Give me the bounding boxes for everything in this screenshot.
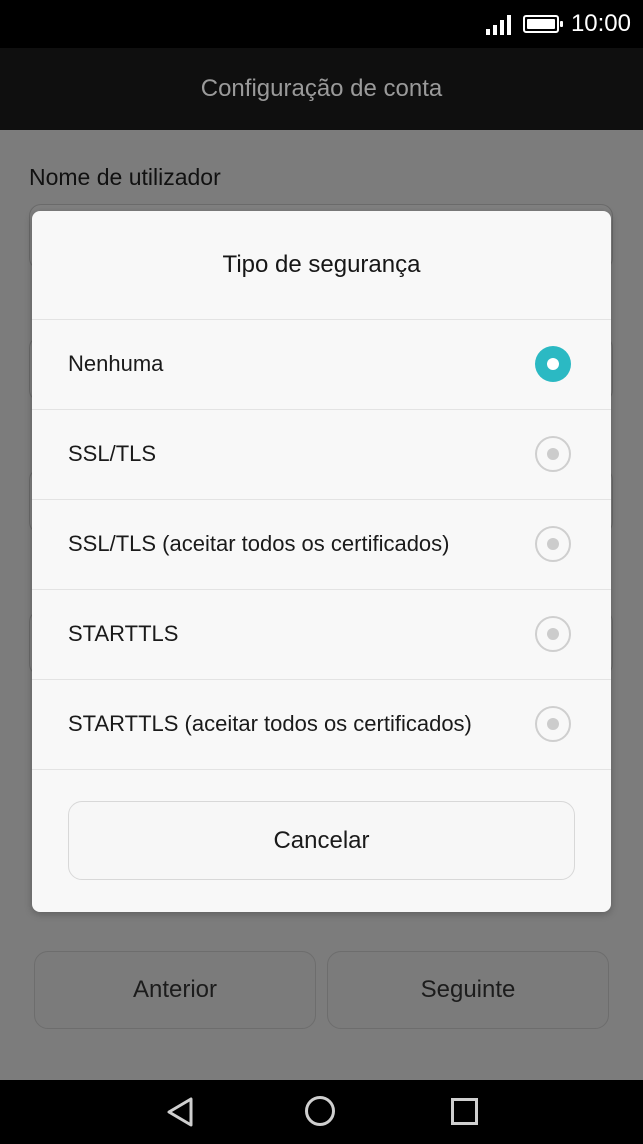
radio-selected-icon[interactable] bbox=[535, 346, 571, 382]
next-button[interactable]: Seguinte bbox=[327, 951, 609, 1029]
status-bar: 10:00 bbox=[0, 0, 643, 48]
battery-icon bbox=[522, 15, 563, 33]
cancel-button[interactable]: Cancelar bbox=[68, 801, 575, 880]
option-ssl-tls[interactable]: SSL/TLS bbox=[32, 409, 611, 499]
status-time: 10:00 bbox=[570, 10, 631, 37]
option-label: STARTTLS (aceitar todos os certificados) bbox=[68, 711, 472, 736]
divider bbox=[32, 769, 611, 770]
back-icon[interactable] bbox=[165, 1096, 195, 1128]
home-icon[interactable] bbox=[305, 1096, 335, 1126]
option-label: Nenhuma bbox=[68, 351, 164, 376]
option-ssl-tls-accept-all[interactable]: SSL/TLS (aceitar todos os certificados) bbox=[32, 499, 611, 589]
radio-unselected-icon[interactable] bbox=[535, 706, 571, 742]
option-nenhuma[interactable]: Nenhuma bbox=[32, 319, 611, 409]
option-label: SSL/TLS (aceitar todos os certificados) bbox=[68, 531, 450, 556]
option-label: SSL/TLS bbox=[68, 441, 157, 466]
navigation-bar bbox=[0, 1080, 643, 1144]
signal-icon bbox=[485, 13, 511, 35]
option-starttls[interactable]: STARTTLS bbox=[32, 589, 611, 679]
radio-unselected-icon[interactable] bbox=[535, 526, 571, 562]
radio-unselected-icon[interactable] bbox=[535, 616, 571, 652]
recent-apps-icon[interactable] bbox=[451, 1098, 478, 1125]
username-label: Nome de utilizador bbox=[29, 164, 221, 190]
app-bar: Configuração de conta bbox=[0, 48, 643, 130]
option-starttls-accept-all[interactable]: STARTTLS (aceitar todos os certificados) bbox=[32, 679, 611, 769]
previous-button[interactable]: Anterior bbox=[34, 951, 316, 1029]
option-label: STARTTLS bbox=[68, 621, 179, 646]
dialog-title: Tipo de segurança bbox=[222, 251, 421, 278]
security-type-dialog: Tipo de segurança Nenhuma SSL/TLS SSL/TL… bbox=[32, 211, 611, 912]
radio-unselected-icon[interactable] bbox=[535, 436, 571, 472]
page-title: Configuração de conta bbox=[200, 75, 443, 102]
